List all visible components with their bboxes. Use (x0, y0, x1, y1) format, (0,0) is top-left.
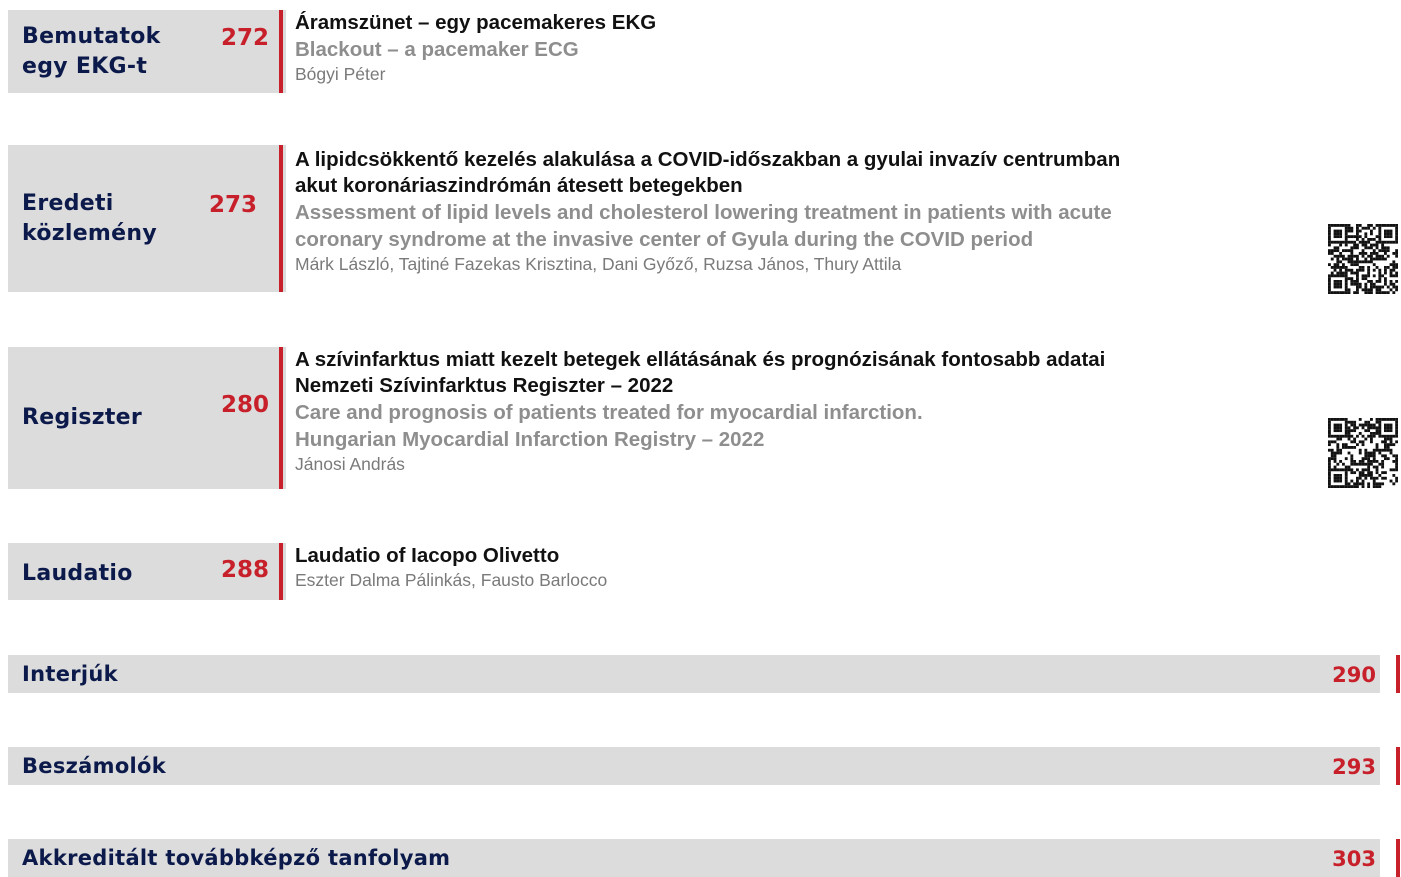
section-label-line: Bemutatok (22, 24, 161, 49)
article-title-hu: Nemzeti Szívinfarktus Regiszter – 2022 (295, 374, 674, 397)
page-number[interactable]: 273 (209, 192, 257, 218)
qr-code-icon[interactable] (1328, 224, 1398, 294)
article-entry[interactable]: Laudatio of Iacopo Olivetto Eszter Dalma… (295, 543, 607, 591)
article-title-hu: akut koronáriaszindrómán átesett betegek… (295, 174, 743, 197)
section-box-regiszter: Regiszter 280 (8, 347, 286, 489)
page-number[interactable]: 293 (1332, 751, 1376, 783)
section-label: Regiszter (22, 403, 142, 433)
red-divider (279, 145, 283, 292)
red-divider (1396, 839, 1400, 877)
section-label: Eredeti közlemény (22, 189, 157, 249)
wide-section-label: Akkreditált továbbképző tanfolyam (22, 846, 451, 870)
section-label-line: közlemény (22, 221, 157, 246)
section-label: Laudatio (22, 559, 133, 589)
article-authors: Eszter Dalma Pálinkás, Fausto Barlocco (295, 570, 608, 590)
article-authors: Jánosi András (295, 454, 405, 474)
section-box-bemutatok: Bemutatok egy EKG-t 272 (8, 10, 286, 93)
section-label-line: Eredeti (22, 191, 114, 216)
article-title-en: Care and prognosis of patients treated f… (295, 401, 923, 424)
wide-section-interjuk[interactable]: Interjúk 290 (8, 655, 1380, 693)
article-title-en: Assessment of lipid levels and cholester… (295, 201, 1112, 224)
wide-section-akkreditalt[interactable]: Akkreditált továbbképző tanfolyam 303 (8, 839, 1380, 877)
page-number[interactable]: 303 (1332, 843, 1376, 875)
article-title-en: Hungarian Myocardial Infarction Registry… (295, 428, 765, 451)
section-label-line: egy EKG-t (22, 54, 148, 79)
wide-section-beszamolok[interactable]: Beszámolók 293 (8, 747, 1380, 785)
page-number[interactable]: 272 (221, 25, 269, 51)
red-divider (279, 10, 283, 93)
qr-code-icon[interactable] (1328, 418, 1398, 488)
red-divider (279, 347, 283, 489)
wide-section-label: Interjúk (22, 662, 118, 686)
article-title-hu: Laudatio of Iacopo Olivetto (295, 544, 560, 567)
article-entry[interactable]: Áramszünet – egy pacemakeres EKG Blackou… (295, 10, 656, 85)
article-title-en: Blackout – a pacemaker ECG (295, 38, 579, 61)
red-divider (1396, 655, 1400, 693)
red-divider (279, 543, 283, 600)
page-number[interactable]: 288 (221, 557, 269, 583)
wide-section-label: Beszámolók (22, 754, 167, 778)
section-box-eredeti: Eredeti közlemény 273 (8, 145, 286, 292)
section-box-laudatio: Laudatio 288 (8, 543, 286, 600)
section-label-line: Regiszter (22, 405, 143, 430)
section-label: Bemutatok egy EKG-t (22, 22, 161, 82)
article-title-hu: A szívinfarktus miatt kezelt betegek ell… (295, 348, 1106, 371)
page-number[interactable]: 280 (221, 392, 269, 418)
red-divider (1396, 747, 1400, 785)
article-authors: Bógyi Péter (295, 64, 386, 84)
article-title-hu: A lipidcsökkentő kezelés alakulása a COV… (295, 148, 1121, 171)
page-number[interactable]: 290 (1332, 659, 1376, 691)
article-title-en: coronary syndrome at the invasive center… (295, 228, 1034, 251)
article-authors: Márk László, Tajtiné Fazekas Krisztina, … (295, 254, 902, 274)
article-title-hu: Áramszünet – egy pacemakeres EKG (295, 11, 657, 34)
article-entry[interactable]: A szívinfarktus miatt kezelt betegek ell… (295, 347, 1105, 475)
section-label-line: Laudatio (22, 561, 133, 586)
article-entry[interactable]: A lipidcsökkentő kezelés alakulása a COV… (295, 147, 1120, 275)
